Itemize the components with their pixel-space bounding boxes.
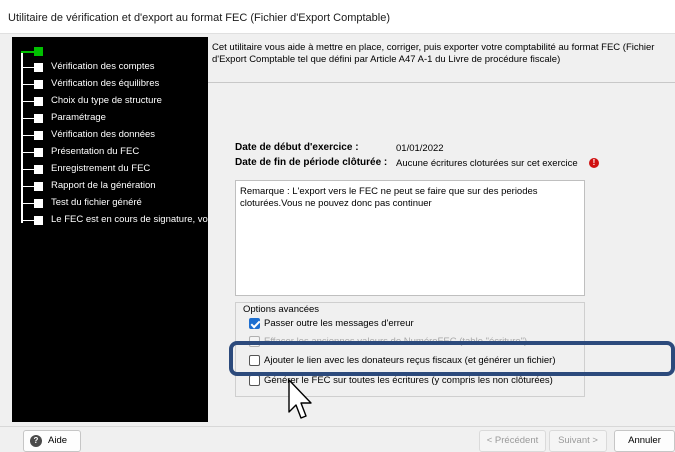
step-test-fichier: Test du fichier généré	[12, 196, 208, 210]
step-label: Paramétrage	[51, 112, 106, 123]
mouse-pointer-icon	[288, 379, 312, 419]
start-date-value: 01/01/2022	[396, 143, 444, 154]
step-label: Présentation du FEC	[51, 146, 140, 157]
header-separator	[208, 82, 675, 83]
steps-panel: Vérification des comptes Vérification de…	[12, 37, 208, 422]
help-button[interactable]: ? Aide	[23, 430, 81, 452]
option-label: Passer outre les messages d'erreur	[264, 318, 414, 329]
step-choix-structure: Choix du type de structure	[12, 94, 208, 108]
step-parametrage: Paramétrage	[12, 111, 208, 125]
window-title: Utilitaire de vérification et d'export a…	[8, 12, 391, 24]
next-button[interactable]: Suivant >	[549, 430, 607, 452]
step-presentation-fec: Présentation du FEC	[12, 145, 208, 159]
step-label: Vérification des données	[51, 129, 156, 140]
step-verification-donnees: Vérification des données	[12, 128, 208, 142]
step-label: Le FEC est en cours de signature, vous	[51, 214, 208, 225]
end-period-label: Date de fin de période clôturée :	[235, 157, 388, 168]
start-date-label: Date de début d'exercice :	[235, 142, 359, 153]
step-signature: Le FEC est en cours de signature, vous	[12, 213, 208, 227]
step-marker	[34, 216, 43, 225]
checkbox-checked[interactable]	[249, 318, 260, 329]
step-marker	[34, 165, 43, 174]
advanced-options-legend: Options avancées	[241, 304, 322, 315]
step-label: Vérification des comptes	[51, 61, 155, 72]
title-bar: Utilitaire de vérification et d'export a…	[0, 0, 675, 34]
error-alert-icon: !	[589, 158, 599, 168]
step-label: Test du fichier généré	[51, 197, 142, 208]
step-marker	[34, 199, 43, 208]
cancel-button[interactable]: Annuler	[614, 430, 675, 452]
fec-export-wizard-window: Utilitaire de vérification et d'export a…	[0, 0, 675, 452]
step-label: Enregistrement du FEC	[51, 163, 151, 174]
step-label: Rapport de la génération	[51, 180, 156, 191]
step-verification-comptes: Vérification des comptes	[12, 60, 208, 74]
remark-textarea[interactable]: Remarque : L'export vers le FEC ne peut …	[235, 180, 585, 296]
intro-text: Cet utilitaire vous aide à mettre en pla…	[212, 42, 655, 65]
step-marker	[34, 63, 43, 72]
checkbox-unchecked[interactable]	[249, 375, 260, 386]
step-rapport-generation: Rapport de la génération	[12, 179, 208, 193]
step-enregistrement-fec: Enregistrement du FEC	[12, 162, 208, 176]
step-marker	[34, 97, 43, 106]
help-button-label: Aide	[48, 435, 68, 446]
help-icon: ?	[30, 435, 42, 447]
step-marker	[34, 114, 43, 123]
step-label: Vérification des équilibres	[51, 78, 160, 89]
current-step-marker	[34, 47, 43, 56]
previous-button[interactable]: < Précédent	[479, 430, 546, 452]
step-marker	[34, 148, 43, 157]
end-period-value: Aucune écritures cloturées sur cet exerc…	[396, 158, 578, 169]
step-marker	[34, 182, 43, 191]
step-marker	[34, 80, 43, 89]
step-label: Choix du type de structure	[51, 95, 162, 106]
step-marker	[34, 131, 43, 140]
step-verification-equilibres: Vérification des équilibres	[12, 77, 208, 91]
highlight-frame	[229, 341, 675, 376]
footer-separator	[0, 426, 675, 427]
